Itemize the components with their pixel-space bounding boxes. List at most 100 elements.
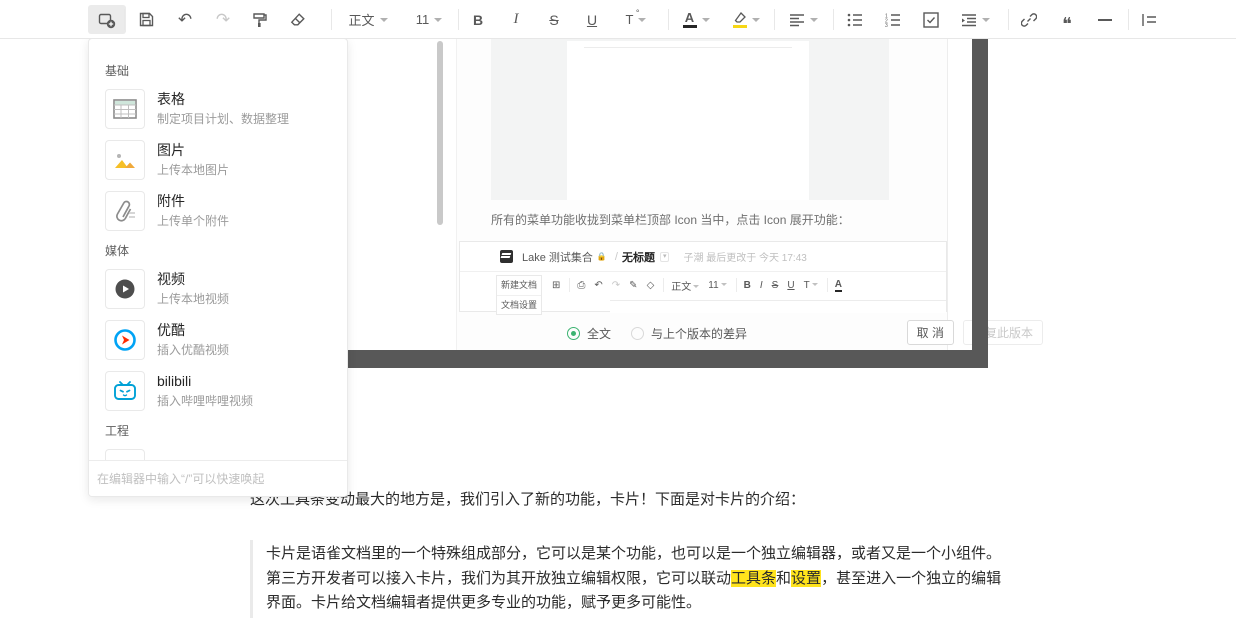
embedded-screenshot-image[interactable]: 所有的菜单功能收拢到菜单栏顶部 Icon 当中，点击 Icon 展开功能： La… [348,39,988,368]
radio-full-text-label: 全文 [587,325,611,342]
superscript-icon: T [626,12,634,27]
bullet-list-icon [847,13,863,27]
image-icon [105,140,145,180]
menu-item-title: 表格 [157,90,289,108]
horizontal-rule-button[interactable] [1086,5,1124,34]
menu-item-table[interactable]: 表格 制定项目计划、数据整理 [105,89,347,129]
link-button[interactable] [1010,5,1048,34]
redo-icon: ↷ [612,280,620,291]
slash-hint-text: 在编辑器中输入“/”可以快速唤起 [97,470,264,487]
menu-item-desc: 插入哔哩哔哩视频 [157,393,253,410]
italic-button[interactable]: I [497,5,535,34]
cancel-button[interactable]: 取 消 [907,320,954,345]
format-painter-icon [251,11,269,29]
toolbar-divider [1008,9,1009,30]
insert-menu: 基础 表格 制定项目计划、数据整理 [88,38,348,497]
chevron-down-icon [752,18,760,22]
document-paragraph[interactable]: 这次工具条变动最大的地方是，我们引入了新的功能，卡片！下面是对卡片的介绍： [250,489,1012,510]
mini-editor-menu: 新建文档 文档设置 [496,275,542,315]
highlight-color-dropdown[interactable] [722,5,770,34]
toolbar-divider [331,9,332,30]
bold-icon: B [744,280,751,291]
quote-button[interactable]: ❝ [1048,5,1086,34]
mini-editor-screenshot: Lake 测试集合 🔒 / 无标题 ▾ 子潮 最后更改于 今天 17:43 ⊞ … [459,241,947,312]
chevron-down-icon [380,18,388,22]
strikethrough-icon: S [549,12,558,28]
menu-item-bilibili[interactable]: bilibili 插入哔哩哔哩视频 [105,371,347,411]
menu-item-attachment[interactable]: 附件 上传单个附件 [105,191,347,231]
menu-item-desc: 上传单个附件 [157,213,229,230]
divider [584,47,792,48]
blockquote-text: 和 [776,570,791,587]
chevron-down-icon: ▾ [660,252,670,262]
highlighted-text-toolbar: 工具条 [731,570,776,587]
strikethrough-icon: S [772,280,779,291]
toolbar-divider [668,9,669,30]
strikethrough-button[interactable]: S [535,5,573,34]
menu-item-code-block[interactable]: 代码块 [105,449,347,460]
chevron-down-icon [638,18,646,22]
breadcrumb-separator: / [615,251,618,263]
bullet-list-button[interactable] [836,5,874,34]
menu-item-video[interactable]: 视频 上传本地视频 [105,269,347,309]
paragraph-style-label: 正文 [348,10,374,29]
mini-editor-header: Lake 测试集合 🔒 / 无标题 ▾ 子潮 最后更改于 今天 17:43 [460,242,946,271]
font-size-value: 11 [416,12,430,27]
svg-text:3: 3 [885,23,888,27]
radio-diff-label: 与上个版本的差异 [651,325,747,342]
video-icon [105,269,145,309]
menu-item-title: 优酷 [157,321,229,339]
link-icon [1021,12,1037,28]
redo-button[interactable]: ↷ [204,5,242,34]
italic-icon: I [514,11,519,28]
radio-diff[interactable] [631,327,644,340]
menu-item-desc: 插入优酷视频 [157,342,229,359]
scrollbar[interactable] [437,41,443,225]
chevron-down-icon [702,18,710,22]
menu-item-youku[interactable]: 优酷 插入优酷视频 [105,320,347,360]
paragraph-style-dropdown[interactable]: 正文 [340,5,396,34]
quote-icon: ❝ [1062,11,1072,29]
menu-item-title: 图片 [157,141,229,159]
lake-logo-icon [500,250,513,263]
lock-icon: 🔒 [597,252,607,261]
radio-full-text[interactable] [567,327,580,340]
outline-icon [1141,13,1157,27]
bold-icon: B [473,12,483,28]
outline-button[interactable] [1130,5,1168,34]
underline-icon: U [787,280,794,291]
mini-breadcrumb-book: Lake 测试集合 [522,249,593,265]
undo-button[interactable]: ↶ [166,5,204,34]
version-preview-page [567,41,809,200]
menu-item-image[interactable]: 图片 上传本地图片 [105,140,347,180]
menu-item-title: 视频 [157,270,229,288]
task-list-button[interactable] [912,5,950,34]
more-text-style-dropdown[interactable]: T [611,5,661,34]
document-blockquote[interactable]: 卡片是语雀文档里的一个特殊组成部分，它可以是某个功能，也可以是一个独立编辑器，或… [250,540,1008,618]
underline-button[interactable]: U [573,5,611,34]
save-button[interactable] [127,5,165,34]
insert-button[interactable] [88,5,126,34]
mini-editor-page [610,300,946,313]
toolbar-divider [833,9,834,30]
font-size-dropdown[interactable]: 11 [406,5,452,34]
screenshot-frame [348,350,988,368]
bold-button[interactable]: B [459,5,497,34]
format-painter-button[interactable] [241,5,279,34]
font-color-icon: A [835,279,842,292]
chevron-down-icon [434,18,442,22]
align-dropdown[interactable] [778,5,828,34]
youku-icon [105,320,145,360]
menu-item-desc: 上传本地视频 [157,291,229,308]
font-color-dropdown[interactable]: A [672,5,720,34]
insert-menu-footer: 在编辑器中输入“/”可以快速唤起 [89,460,347,496]
table-icon [105,89,145,129]
highlight-marker-icon [733,12,747,28]
indent-dropdown[interactable] [950,5,1000,34]
font-size-value: 11 [708,280,726,291]
clear-format-button[interactable] [279,5,317,34]
toolbar-divider [774,9,775,30]
superscript-icon: T [804,280,818,291]
italic-icon: I [760,280,763,291]
ordered-list-button[interactable]: 1 2 3 [874,5,912,34]
